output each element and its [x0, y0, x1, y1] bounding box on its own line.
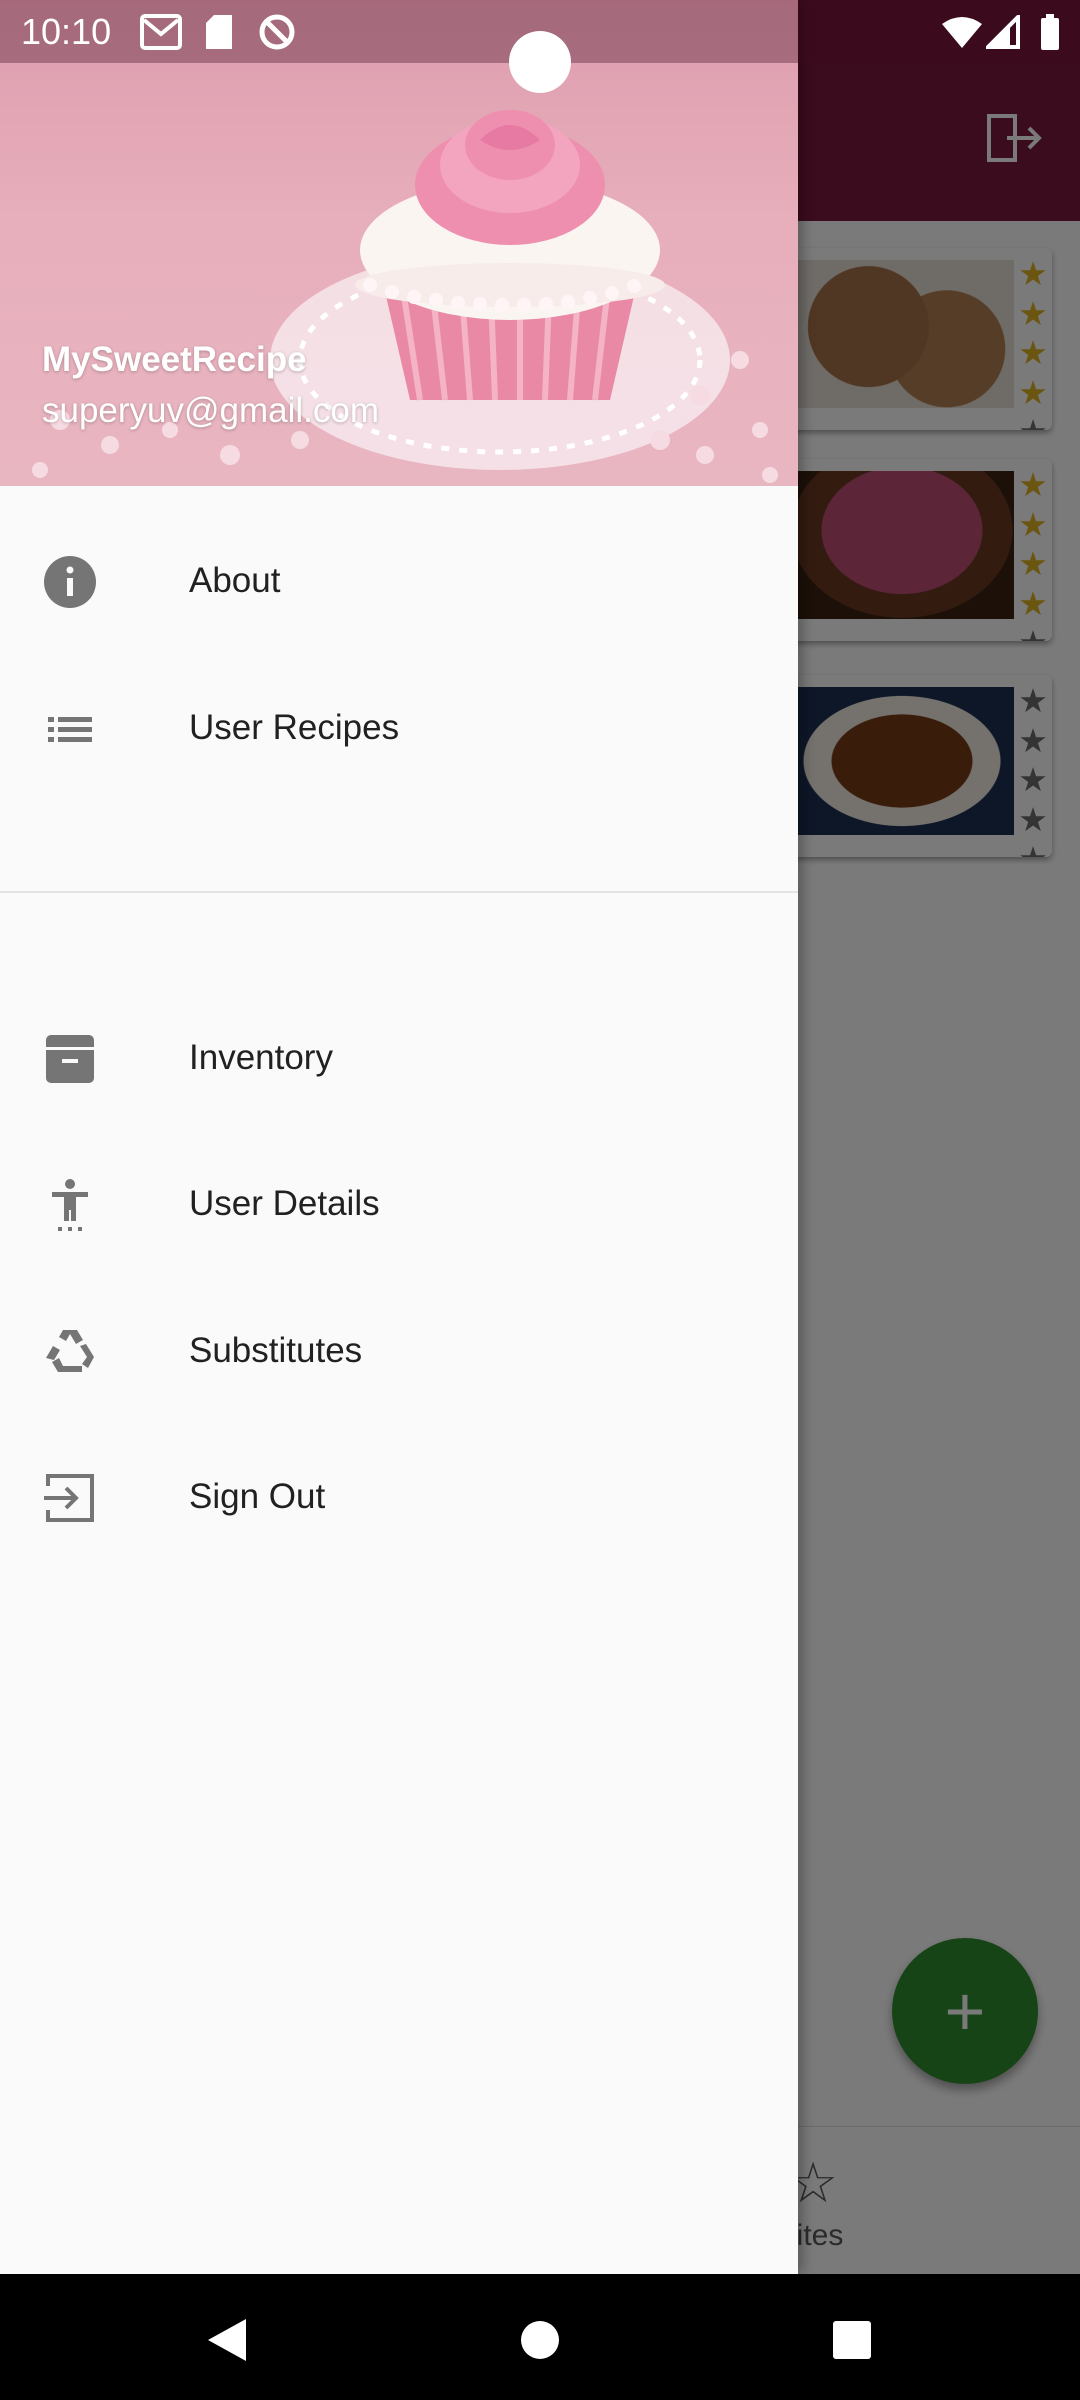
app-name: MySweetRecipe — [42, 340, 307, 379]
menu-item-user-details[interactable]: User Details — [0, 1131, 798, 1277]
info-icon — [42, 554, 98, 610]
recycle-icon — [42, 1324, 98, 1380]
wifi-icon — [942, 12, 982, 52]
exit-icon — [42, 1470, 98, 1526]
user-email: superyuv@gmail.com — [42, 391, 380, 430]
home-button[interactable] — [512, 2312, 568, 2368]
menu-item-user-recipes[interactable]: User Recipes — [0, 655, 798, 801]
menu-item-about[interactable]: About — [0, 508, 798, 654]
navigation-drawer: MySweetRecipe superyuv@gmail.com About U… — [0, 0, 798, 2274]
do-not-disturb-icon — [258, 12, 296, 52]
list-icon — [42, 701, 98, 757]
back-button[interactable] — [198, 2312, 254, 2368]
recents-button[interactable] — [824, 2312, 880, 2368]
menu-item-label: Substitutes — [189, 1331, 363, 1370]
menu-item-label: User Details — [189, 1184, 380, 1223]
menu-item-label: User Recipes — [189, 708, 400, 747]
drawer-divider — [0, 891, 798, 893]
archive-icon — [42, 1031, 98, 1087]
sd-card-icon — [204, 12, 234, 52]
status-time: 10:10 — [21, 11, 112, 52]
battery-icon — [1040, 12, 1060, 52]
signal-icon — [986, 12, 1020, 52]
drawer-header: MySweetRecipe superyuv@gmail.com — [0, 0, 798, 486]
menu-item-sign-out[interactable]: Sign Out — [0, 1424, 798, 1570]
camera-cutout — [509, 31, 571, 93]
system-navigation-bar — [0, 2274, 1080, 2400]
menu-item-label: Inventory — [189, 1038, 333, 1077]
gmail-icon — [140, 12, 182, 52]
menu-item-inventory[interactable]: Inventory — [0, 985, 798, 1131]
accessibility-icon — [42, 1177, 98, 1233]
menu-item-label: About — [189, 561, 281, 600]
menu-item-label: Sign Out — [189, 1477, 326, 1516]
menu-item-substitutes[interactable]: Substitutes — [0, 1278, 798, 1424]
